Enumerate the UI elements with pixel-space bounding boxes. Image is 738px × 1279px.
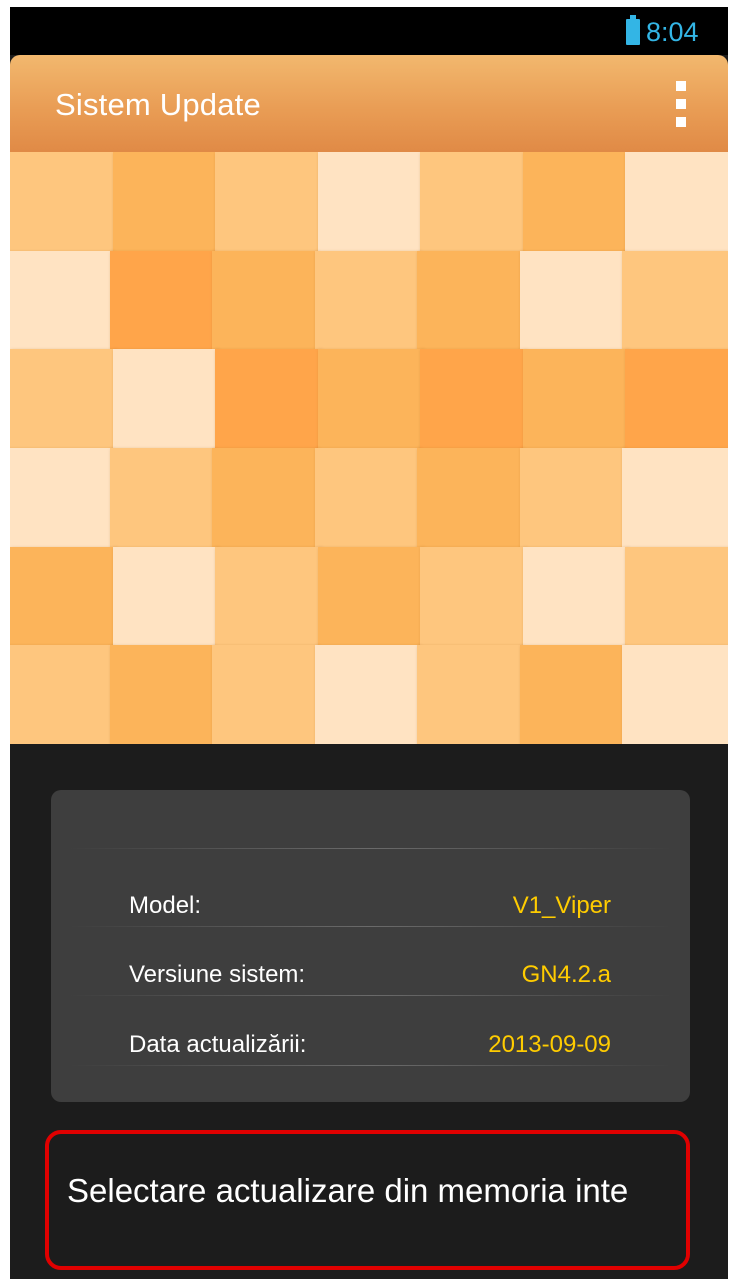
mosaic-tile	[522, 349, 629, 449]
mosaic-tile	[420, 349, 526, 449]
row-divider	[68, 1065, 673, 1066]
card-divider	[68, 848, 673, 849]
mosaic-tile	[625, 349, 728, 449]
mosaic-tile	[625, 546, 728, 647]
mosaic-tile	[112, 546, 219, 647]
action-bar: Sistem Update	[10, 55, 728, 152]
mosaic-tile	[212, 250, 318, 351]
app-title: Sistem Update	[55, 87, 261, 122]
system-version-value: GN4.2.a	[521, 961, 611, 988]
mosaic-tile	[317, 349, 424, 449]
mosaic-tile	[10, 546, 116, 647]
mosaic-tile	[314, 645, 421, 744]
row-divider	[68, 926, 673, 927]
mosaic-tile	[519, 250, 626, 351]
system-info-card: Model: V1_Viper Versiune sistem: GN4.2.a…	[51, 790, 690, 1102]
system-version-label: Versiune sistem:	[129, 961, 306, 988]
select-update-label: Selectare actualizare din memoria inte	[67, 1172, 629, 1209]
mosaic-tile	[109, 448, 216, 548]
phone-screen: 8:04 Sistem Update Model: V1_Viper Versi…	[10, 7, 728, 1279]
row-divider	[68, 995, 673, 996]
mosaic-tile	[625, 152, 728, 252]
mosaic-tile	[417, 448, 523, 548]
mosaic-tile	[317, 152, 424, 252]
overflow-menu-icon[interactable]	[674, 81, 688, 127]
mosaic-tile	[212, 448, 318, 548]
mosaic-tile	[317, 546, 424, 647]
model-label: Model:	[129, 892, 202, 919]
mosaic-banner	[10, 152, 728, 744]
mosaic-tile	[519, 448, 626, 548]
mosaic-tile	[522, 152, 629, 252]
status-time: 8:04	[646, 17, 699, 47]
mosaic-tile	[215, 152, 321, 252]
mosaic-tile	[622, 448, 728, 548]
mosaic-tile	[314, 448, 421, 548]
mosaic-tile	[10, 152, 116, 252]
mosaic-tile	[522, 546, 629, 647]
mosaic-tile	[420, 152, 526, 252]
mosaic-tile	[10, 250, 113, 351]
mosaic-tile	[417, 250, 523, 351]
mosaic-tile	[10, 448, 113, 548]
mosaic-tile	[10, 645, 113, 744]
text-fade	[646, 1134, 686, 1266]
mosaic-tile	[622, 645, 728, 744]
mosaic-tile	[112, 152, 219, 252]
mosaic-tile	[417, 645, 523, 744]
update-date-label: Data actualizării:	[129, 1031, 307, 1058]
mosaic-tile	[622, 250, 728, 351]
mosaic-tile	[112, 349, 219, 449]
mosaic-tile	[10, 349, 116, 449]
mosaic-tile	[519, 645, 626, 744]
status-bar: 8:04	[10, 7, 728, 55]
mosaic-tile	[314, 250, 421, 351]
mosaic-tile	[420, 546, 526, 647]
mosaic-tile	[109, 250, 216, 351]
select-update-button[interactable]: Selectare actualizare din memoria inte	[45, 1130, 690, 1270]
mosaic-tile	[109, 645, 216, 744]
model-value: V1_Viper	[512, 892, 611, 919]
mosaic-tile	[215, 546, 321, 647]
update-date-value: 2013-09-09	[488, 1031, 611, 1058]
mosaic-tile	[215, 349, 321, 449]
mosaic-tile	[212, 645, 318, 744]
battery-icon	[626, 15, 640, 45]
